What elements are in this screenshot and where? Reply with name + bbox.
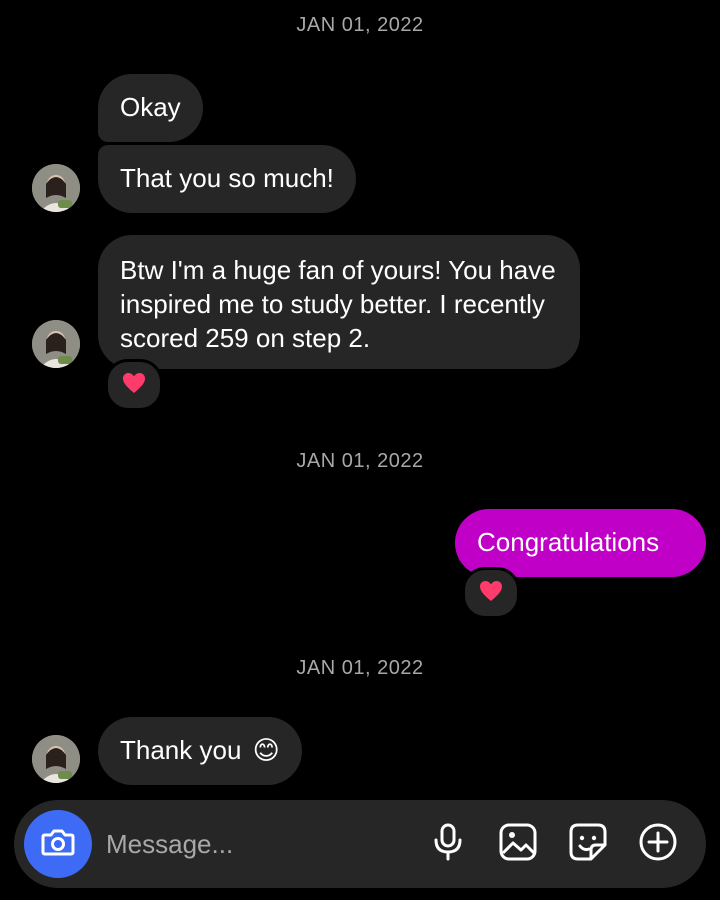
date-separator: JAN 01, 2022 — [296, 657, 424, 679]
incoming-message[interactable]: Thank you 😊 — [98, 717, 302, 785]
message-composer — [14, 800, 706, 888]
smiling-face-emoji: 😊 — [252, 735, 280, 765]
voice-button[interactable] — [426, 822, 470, 866]
date-separator: JAN 01, 2022 — [296, 14, 424, 36]
incoming-message[interactable]: Okay — [98, 74, 203, 142]
heart-reaction[interactable] — [462, 567, 520, 619]
message-text: Btw I'm a huge fan of yours! You have in… — [120, 255, 556, 353]
camera-icon — [41, 827, 75, 862]
message-text: That you so much! — [120, 163, 334, 193]
camera-button[interactable] — [24, 810, 92, 878]
sticker-button[interactable] — [566, 822, 610, 866]
sticker-icon — [568, 822, 608, 867]
incoming-message[interactable]: That you so much! — [98, 145, 356, 213]
heart-icon — [122, 372, 146, 399]
image-icon — [498, 822, 538, 867]
date-separator: JAN 01, 2022 — [296, 450, 424, 472]
avatar[interactable] — [32, 320, 80, 368]
message-text: Thank you — [120, 735, 242, 765]
incoming-message[interactable]: Btw I'm a huge fan of yours! You have in… — [98, 235, 580, 369]
avatar[interactable] — [32, 164, 80, 212]
gallery-button[interactable] — [496, 822, 540, 866]
avatar[interactable] — [32, 735, 80, 783]
heart-reaction[interactable] — [105, 359, 163, 411]
heart-icon — [479, 580, 503, 607]
message-text: Okay — [120, 92, 181, 122]
plus-icon — [638, 822, 678, 867]
message-text: Congratulations — [477, 527, 660, 557]
message-input[interactable] — [106, 822, 406, 866]
microphone-icon — [433, 822, 463, 867]
more-button[interactable] — [636, 822, 680, 866]
